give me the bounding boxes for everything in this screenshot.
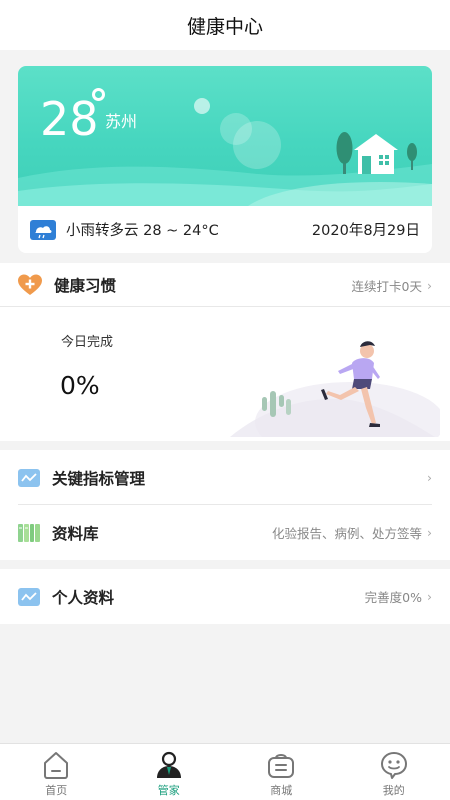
bottom-nav: 首页 管家 商城 我的 <box>0 743 450 800</box>
home-icon <box>44 752 69 779</box>
profile-row[interactable]: 个人资料 完善度0% › <box>0 569 450 624</box>
sun-decoration <box>194 98 210 114</box>
runner-illustration <box>230 341 440 437</box>
streak-text: 连续打卡0天 <box>351 278 422 294</box>
nav-item-profile[interactable]: 我的 <box>338 744 450 800</box>
profile-label: 个人资料 <box>52 588 115 607</box>
health-habits-title: 健康习惯 <box>54 277 117 295</box>
habit-progress-panel[interactable]: 今日完成 0% <box>0 307 450 441</box>
shop-icon <box>268 754 295 778</box>
chevron-right-icon: › <box>427 470 432 485</box>
health-habits-row[interactable]: 健康习惯 连续打卡0天 › <box>0 263 450 307</box>
library-hint: 化验报告、病例、处方签等 <box>271 526 422 541</box>
weather-info-bar: 小雨转多云 28 ~ 24°C 2020年8月29日 <box>18 206 432 253</box>
chevron-right-icon: › <box>427 589 432 604</box>
key-indicators-chevron: › <box>422 470 432 485</box>
nav-label-home: 首页 <box>45 784 68 797</box>
page-title: 健康中心 <box>186 15 263 38</box>
profile-section: 个人资料 完善度0% › <box>0 569 450 624</box>
trend-chart-icon <box>18 468 40 487</box>
library-label: 资料库 <box>52 524 99 543</box>
page-header: 健康中心 <box>0 0 450 50</box>
profile-icon <box>380 752 407 779</box>
weather-date: 2020年8月29日 <box>311 223 420 239</box>
streak-info: 连续打卡0天 › <box>352 276 432 295</box>
weather-banner: 28 苏州 <box>18 66 432 206</box>
health-habits-section: 健康习惯 连续打卡0天 › 今日完成 0% <box>0 263 450 441</box>
city-name: 苏州 <box>105 112 138 131</box>
profile-chart-icon <box>18 587 40 606</box>
nav-label-butler: 管家 <box>157 784 180 797</box>
today-completed-label: 今日完成 <box>61 335 114 350</box>
books-icon <box>18 523 40 542</box>
key-indicators-label: 关键指标管理 <box>52 469 146 488</box>
nav-item-shop[interactable]: 商城 <box>225 744 338 800</box>
records-section: 关键指标管理 › 资料库 化验报告、病例、处方签等 › <box>0 450 450 560</box>
today-completed-value: 0% <box>60 371 100 400</box>
nav-item-butler[interactable]: 管家 <box>113 744 226 800</box>
chevron-right-icon: › <box>427 277 432 293</box>
chevron-right-icon: › <box>427 525 432 540</box>
nav-item-home[interactable]: 首页 <box>0 744 113 800</box>
rain-cloud-icon <box>30 219 56 240</box>
key-indicators-row[interactable]: 关键指标管理 › <box>0 450 450 505</box>
nav-label-shop: 商城 <box>270 784 293 797</box>
butler-icon <box>156 751 181 778</box>
temperature-value: 28 <box>40 92 99 146</box>
heart-plus-icon <box>18 274 42 295</box>
cloud-decoration <box>233 121 281 169</box>
weather-card[interactable]: 28 苏州 小雨转多云 28 ~ 24°C 2020年8月29日 <box>18 66 432 253</box>
profile-hint-group: 完善度0% › <box>365 587 432 606</box>
library-hint-group: 化验报告、病例、处方签等 › <box>272 523 432 542</box>
degree-symbol <box>92 88 105 101</box>
weather-description: 小雨转多云 28 ~ 24°C <box>66 223 219 239</box>
profile-completeness: 完善度0% <box>364 590 422 605</box>
nav-label-profile: 我的 <box>382 784 405 797</box>
library-row[interactable]: 资料库 化验报告、病例、处方签等 › <box>0 505 450 560</box>
